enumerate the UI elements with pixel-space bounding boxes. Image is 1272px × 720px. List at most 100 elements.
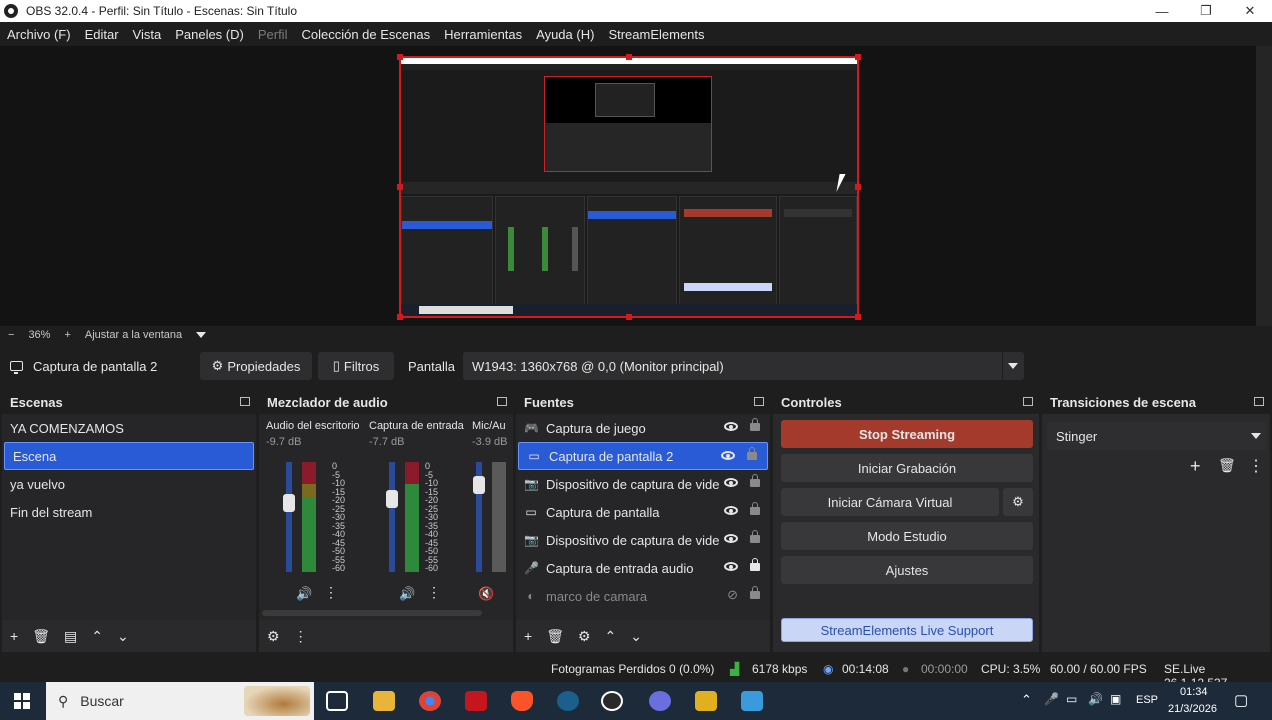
chrome-icon[interactable] xyxy=(419,691,441,711)
unlocked-icon[interactable] xyxy=(747,447,757,460)
unlocked-icon[interactable] xyxy=(750,530,760,543)
preview-canvas-area[interactable] xyxy=(0,46,1256,326)
windows-start-icon[interactable] xyxy=(14,693,30,709)
fit-window-button[interactable]: Ajustar a la ventana xyxy=(85,329,182,341)
volume-slider-handle[interactable] xyxy=(473,476,485,494)
add-icon[interactable]: + xyxy=(524,628,532,644)
studio-mode-button[interactable]: Modo Estudio xyxy=(781,522,1033,550)
chevron-up-icon[interactable]: ⌃ xyxy=(91,628,103,645)
stop-streaming-button[interactable]: Stop Streaming xyxy=(781,420,1033,448)
properties-button[interactable]: ⚙ Propiedades xyxy=(200,352,312,380)
speaker-icon[interactable]: 🔊 xyxy=(399,586,415,602)
mixer-settings-icon[interactable]: ⚙ xyxy=(267,628,280,645)
undock-icon[interactable] xyxy=(497,397,507,406)
display-select[interactable]: W1943: 1360x768 @ 0,0 (Monitor principal… xyxy=(462,352,1024,380)
acrobat-icon[interactable] xyxy=(465,691,487,711)
filter-icon[interactable]: ▤ xyxy=(64,628,77,645)
gear-icon[interactable]: ⚙ xyxy=(1003,488,1033,516)
task-view-icon[interactable] xyxy=(326,691,348,711)
menu-tools[interactable]: Herramientas xyxy=(444,27,522,42)
source-item[interactable]: ▭ Captura de pantalla xyxy=(516,498,770,526)
resize-handle-top[interactable] xyxy=(626,54,632,60)
trash-icon[interactable]: 🗑 xyxy=(546,628,564,645)
eye-icon[interactable] xyxy=(724,562,738,571)
source-item[interactable]: 📷 Dispositivo de captura de vide xyxy=(516,470,770,498)
brave-icon[interactable] xyxy=(511,691,533,711)
start-recording-button[interactable]: Iniciar Grabación xyxy=(781,454,1033,482)
zoom-out-button[interactable]: − xyxy=(8,329,14,341)
scene-item-selected[interactable]: Escena xyxy=(4,442,254,470)
chevron-up-icon[interactable]: ⌃ xyxy=(1021,692,1032,708)
taskbar-search[interactable]: ⚲ Buscar xyxy=(46,682,314,720)
app-icon[interactable] xyxy=(695,691,717,711)
trash-icon[interactable]: 🗑 xyxy=(32,628,50,645)
preview-scrollbar[interactable] xyxy=(1256,46,1272,326)
speaker-icon[interactable]: 🔊 xyxy=(296,586,312,602)
virtual-camera-button[interactable]: Iniciar Cámara Virtual xyxy=(781,488,999,516)
locked-icon[interactable] xyxy=(750,558,760,571)
eye-icon[interactable] xyxy=(724,422,738,431)
menu-scene-collection[interactable]: Colección de Escenas xyxy=(301,27,430,42)
source-item[interactable]: ◐ marco de camara ⊘ xyxy=(516,582,770,610)
muted-speaker-icon[interactable]: 🔇 xyxy=(478,586,494,602)
add-icon[interactable]: + xyxy=(10,628,18,644)
chevron-down-icon[interactable]: ⌄ xyxy=(117,628,129,645)
scene-item[interactable]: Fin del stream xyxy=(2,498,256,526)
volume-slider[interactable] xyxy=(286,462,292,572)
menu-file[interactable]: Archivo (F) xyxy=(7,27,71,42)
undock-icon[interactable] xyxy=(1023,397,1033,406)
app-icon[interactable] xyxy=(741,691,763,711)
resize-handle-right[interactable] xyxy=(855,184,861,190)
source-item[interactable]: 📷 Dispositivo de captura de vide xyxy=(516,526,770,554)
eye-icon[interactable] xyxy=(721,451,735,460)
source-item-selected[interactable]: ▭ Captura de pantalla 2 xyxy=(518,442,768,470)
menu-profile[interactable]: Perfil xyxy=(258,27,288,42)
zoom-dropdown-icon[interactable] xyxy=(196,329,220,341)
resize-handle-bottom[interactable] xyxy=(626,314,632,320)
clock-date[interactable]: 21/3/2026 xyxy=(1168,703,1217,715)
resize-handle-bottom-right[interactable] xyxy=(855,314,861,320)
menu-dots-icon[interactable]: ⋮ xyxy=(427,584,441,601)
menu-streamelements[interactable]: StreamElements xyxy=(608,27,704,42)
file-explorer-icon[interactable] xyxy=(373,691,395,711)
live-support-button[interactable]: StreamElements Live Support xyxy=(781,618,1033,642)
resize-handle-top-right[interactable] xyxy=(855,54,861,60)
menu-view[interactable]: Vista xyxy=(133,27,162,42)
volume-icon[interactable]: 🔊 xyxy=(1088,692,1103,706)
undock-icon[interactable] xyxy=(240,397,250,406)
maximize-button[interactable]: ❐ xyxy=(1184,0,1228,22)
eye-icon[interactable] xyxy=(724,478,738,487)
filters-button[interactable]: ▯ Filtros xyxy=(318,352,394,380)
steam-icon[interactable] xyxy=(557,691,579,711)
resize-handle-bottom-left[interactable] xyxy=(397,314,403,320)
notifications-icon[interactable]: ▢ xyxy=(1234,691,1248,709)
network-icon[interactable]: ▭ xyxy=(1066,692,1077,706)
trash-icon[interactable]: 🗑 xyxy=(1218,457,1236,474)
display-icon[interactable]: ▣ xyxy=(1110,692,1121,706)
unlocked-icon[interactable] xyxy=(750,502,760,515)
language-indicator[interactable]: ESP xyxy=(1136,694,1158,706)
menu-dots-icon[interactable]: ⋮ xyxy=(1248,456,1264,476)
volume-slider-handle[interactable] xyxy=(386,490,398,508)
add-icon[interactable]: + xyxy=(1190,456,1201,477)
mixer-scrollbar[interactable] xyxy=(262,610,482,616)
eye-hidden-icon[interactable]: ⊘ xyxy=(727,587,738,603)
scene-item[interactable]: ya vuelvo xyxy=(2,470,256,498)
undock-icon[interactable] xyxy=(754,397,764,406)
undock-icon[interactable] xyxy=(1254,397,1264,406)
discord-icon[interactable] xyxy=(649,691,671,711)
volume-slider-handle[interactable] xyxy=(283,494,295,512)
source-item[interactable]: 🎮 Captura de juego xyxy=(516,414,770,442)
transition-select[interactable]: Stinger xyxy=(1047,422,1267,450)
close-button[interactable]: ✕ xyxy=(1228,0,1272,22)
eye-icon[interactable] xyxy=(724,506,738,515)
mic-icon[interactable]: 🎤 xyxy=(1044,692,1059,706)
unlocked-icon[interactable] xyxy=(750,418,760,431)
chevron-down-icon[interactable]: ⌄ xyxy=(630,628,642,645)
obs-taskbar-icon[interactable] xyxy=(601,691,623,711)
menu-docks[interactable]: Paneles (D) xyxy=(175,27,244,42)
unlocked-icon[interactable] xyxy=(750,474,760,487)
gear-icon[interactable]: ⚙ xyxy=(578,628,591,645)
preview-canvas[interactable] xyxy=(397,54,861,320)
zoom-in-button[interactable]: + xyxy=(64,329,70,341)
